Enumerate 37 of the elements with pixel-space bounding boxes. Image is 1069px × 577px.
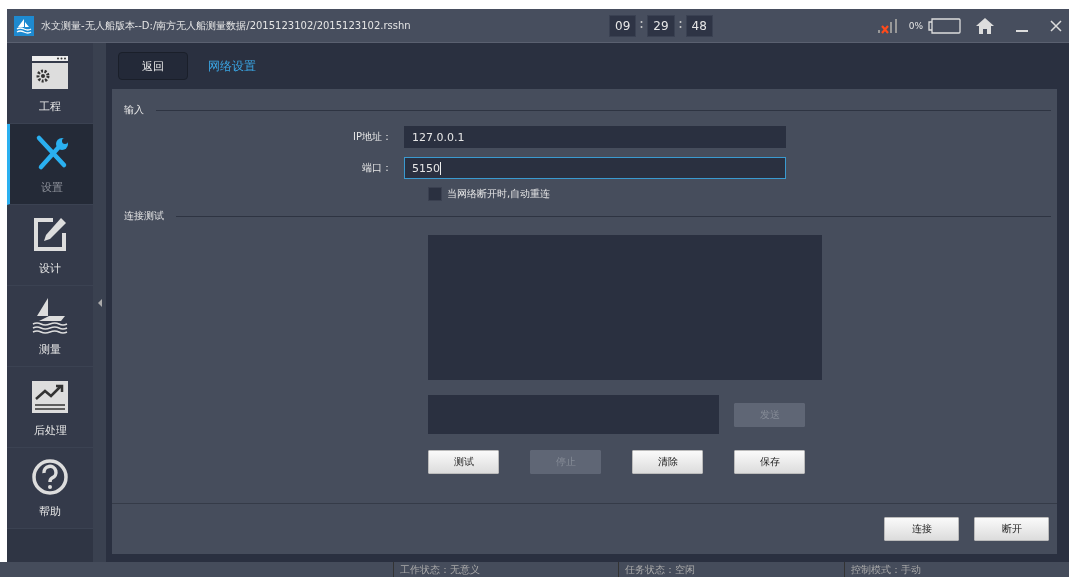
sidebar-item[interactable]: 测量 <box>7 286 93 367</box>
help-icon <box>31 457 69 496</box>
clock-digits: 09 <box>609 14 637 37</box>
collapse-arrow-icon[interactable] <box>97 298 102 307</box>
action-button[interactable]: 清除 <box>632 450 703 474</box>
sidebar-item[interactable]: 帮助 <box>7 448 93 529</box>
battery-percentage: 0% <box>908 20 923 31</box>
clock-digits: 48 <box>685 14 713 37</box>
battery-icon <box>927 17 961 34</box>
field-label: 端口： <box>361 161 393 175</box>
no-signal-icon <box>876 17 899 34</box>
section-title: 输入 <box>124 103 144 117</box>
page-title: 网络设置 <box>208 57 256 75</box>
field-label: IP地址： <box>352 130 393 144</box>
action-button[interactable]: 测试 <box>428 450 499 474</box>
input-field[interactable]: 127.0.0.1 <box>404 126 786 148</box>
checkbox[interactable] <box>428 187 442 201</box>
input-field[interactable]: 5150 <box>404 157 786 179</box>
status-text: 控制模式：手动 <box>843 562 1069 577</box>
close-icon[interactable] <box>1049 18 1063 33</box>
sidebar-item[interactable]: 后处理 <box>7 367 93 448</box>
sidebar-item[interactable]: 工程 <box>7 43 93 124</box>
clock-digits: 29 <box>647 14 675 37</box>
checkbox-label: 当网络断开时,自动重连 <box>447 187 551 201</box>
send-field[interactable] <box>428 395 719 434</box>
action-button[interactable]: 保存 <box>734 450 805 474</box>
home-icon[interactable] <box>975 16 995 35</box>
status-text: 任务状态：空闲 <box>618 562 844 577</box>
footer-button[interactable]: 断开 <box>974 517 1049 541</box>
section-title: 连接测试 <box>124 209 164 223</box>
back-button[interactable]: 返回 <box>118 52 188 80</box>
sidebar-item[interactable]: 设置 <box>7 124 93 205</box>
sidebar-item[interactable]: 设计 <box>7 205 93 286</box>
footer-button[interactable]: 连接 <box>884 517 959 541</box>
status-text: 工作状态：无意义 <box>393 562 619 577</box>
window-title: 水文测量-无人船版本--D:/南方无人船测量数据/2015123102/2015123102.rsshn <box>41 18 412 33</box>
app-logo-icon <box>14 15 34 36</box>
